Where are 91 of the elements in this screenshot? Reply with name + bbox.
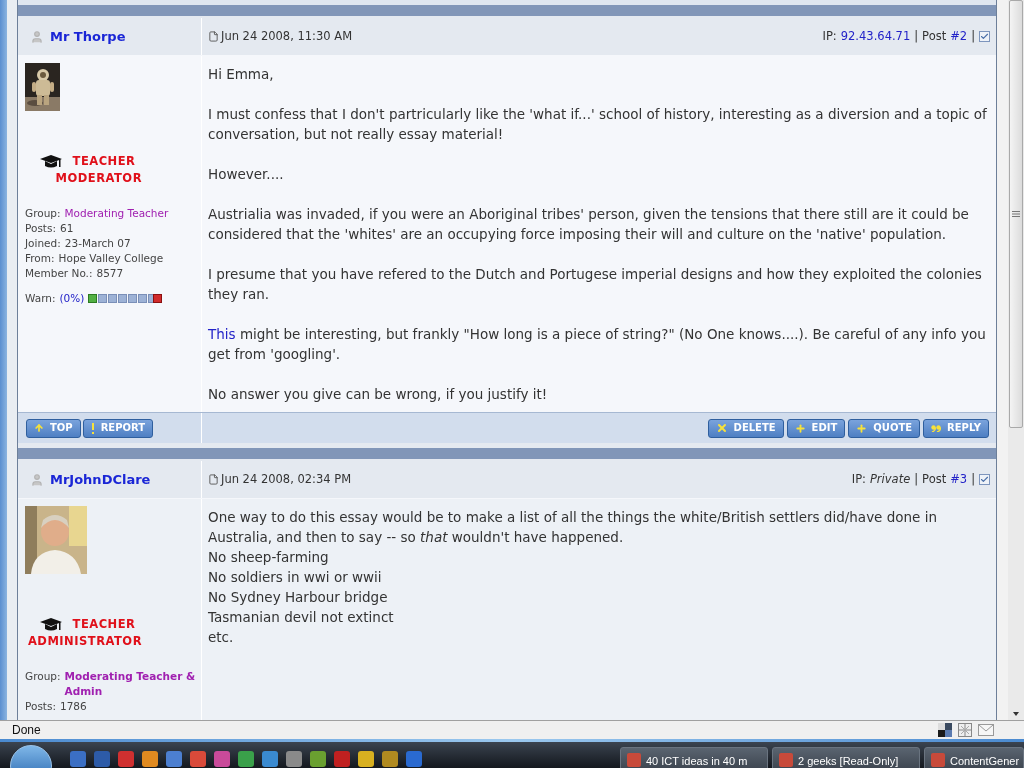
separator: | (971, 470, 975, 488)
post-text: No answer you give can be wrong, if you justify it! (208, 385, 549, 404)
detail-value: Moderating Teacher & Admin (64, 668, 197, 699)
taskbar-task[interactable]: ContentGener (924, 747, 1024, 768)
warn-label: Warn: (25, 290, 56, 306)
rank-title: TEACHER (72, 153, 136, 170)
post-text: This might be interesting, but frankly "How long is a piece of string?" (No One knows....). Be careful of any info you get from 'googling'. (208, 325, 987, 364)
detail-label: Posts: (25, 698, 56, 714)
taskbar-app-icon[interactable] (214, 751, 230, 767)
detail-label: Group: (25, 668, 61, 684)
ip-label: IP: (822, 27, 837, 45)
post-text: I presume that you have refered to the Dutch and Portugese imperial designs and how they exploited the colonies they ran. (208, 265, 983, 304)
post-text: No soldiers in wwi or wwii (208, 568, 383, 587)
status-text: Done (12, 722, 41, 739)
taskbar-app-icon[interactable] (118, 751, 134, 767)
detail-value: Hope Valley College (58, 250, 164, 266)
post-label: Post (922, 470, 947, 488)
plus-icon (794, 422, 806, 434)
detail-label: Posts: (25, 220, 56, 236)
exclamation-icon (90, 422, 95, 434)
document-icon (779, 753, 793, 767)
post-text: Tasmanian devil not extinct (208, 608, 395, 627)
detail-label: Group: (25, 205, 61, 221)
separator: | (914, 470, 919, 488)
detail-value: 61 (60, 220, 74, 236)
inline-link[interactable]: This (208, 326, 236, 342)
post-number-link[interactable]: #2 (950, 27, 968, 46)
post-number-link[interactable]: #3 (950, 470, 968, 489)
security-icon (938, 723, 952, 737)
taskbar-task[interactable]: 40 ICT ideas in 40 m (620, 747, 768, 768)
graduation-cap-icon (38, 153, 63, 170)
envelope-icon (978, 724, 994, 736)
document-icon (208, 31, 219, 42)
grip-icon (1012, 211, 1020, 217)
author-link[interactable]: Mr Thorpe (50, 26, 126, 47)
taskbar-app-icon[interactable] (190, 751, 206, 767)
author-link[interactable]: MrJohnDClare (50, 469, 151, 490)
taskbar-app-icon[interactable] (382, 751, 398, 767)
rank-title: ADMINISTRATOR (27, 633, 142, 651)
ip-value: Private (869, 470, 911, 488)
taskbar-app-icon[interactable] (70, 751, 86, 767)
post-date: Jun 24 2008, 11:30 AM (221, 27, 353, 45)
rank-title: MODERATOR (55, 170, 142, 188)
detail-value: 23-March 07 (64, 235, 131, 251)
graduation-cap-icon (38, 616, 63, 633)
post-text: One way to do this essay would be to make a list of all the things the white/British settlers did/have done in Australia, and then to say -- so that wouldn't have happened. (208, 508, 938, 547)
detail-value: Moderating Teacher (64, 205, 169, 221)
post-text: Hi Emma, (208, 65, 275, 84)
taskbar-app-icon[interactable] (358, 751, 374, 767)
document-icon (931, 753, 945, 767)
taskbar-app-icon[interactable] (142, 751, 158, 767)
taskbar-task[interactable]: 2 geeks [Read-Only] (772, 747, 920, 768)
separator: | (971, 27, 975, 45)
document-icon (208, 474, 219, 485)
post-text: I must confess that I don't partricularly like the 'what if...' school of history, interesting as a diversion and a topic of conversation, but not really essay material! (208, 105, 988, 144)
arrow-up-icon (34, 423, 44, 433)
taskbar-app-icon[interactable] (334, 751, 350, 767)
select-checkbox[interactable] (979, 474, 990, 485)
post-text: Austrialia was invaded, if you were an Aboriginal tribes' person, given the tensions that there still are it could be considered that the 'whites' are an occupying force imposing their will and culture on the 'native' population. (208, 205, 970, 244)
separator: | (914, 27, 919, 45)
rank-title: TEACHER (72, 616, 136, 633)
taskbar-app-icon[interactable] (238, 751, 254, 767)
taskbar-app-icon[interactable] (286, 751, 302, 767)
document-icon (627, 753, 641, 767)
taskbar-app-icon[interactable] (166, 751, 182, 767)
post-text: No sheep-farming (208, 548, 330, 567)
ip-label: IP: (851, 470, 866, 488)
detail-label: Member No.: (25, 265, 93, 281)
user-icon (30, 472, 44, 487)
post-text: No Sydney Harbour bridge (208, 588, 389, 607)
ip-link[interactable]: 92.43.64.71 (840, 27, 911, 46)
cross-icon (715, 422, 728, 434)
quote-marks-icon (931, 424, 942, 432)
taskbar-app-icon[interactable] (262, 751, 278, 767)
taskbar-app-icon[interactable] (310, 751, 326, 767)
select-checkbox[interactable] (979, 31, 990, 42)
detail-value: 1786 (60, 698, 87, 714)
detail-value: 8577 (96, 265, 124, 281)
warn-meter-icon (88, 293, 163, 303)
post-text: etc. (208, 628, 235, 647)
post-date: Jun 24 2008, 02:34 PM (221, 470, 352, 488)
scrollbar[interactable] (1008, 0, 1024, 720)
plus-icon (856, 422, 868, 434)
post-text: However.... (208, 165, 285, 184)
warn-link[interactable]: (0%) (59, 290, 85, 307)
post-label: Post (922, 27, 947, 45)
taskbar-app-icon[interactable] (94, 751, 110, 767)
detail-label: From: (25, 250, 55, 266)
taskbar-app-icon[interactable] (406, 751, 422, 767)
user-icon (30, 29, 44, 44)
detail-label: Joined: (25, 235, 61, 251)
